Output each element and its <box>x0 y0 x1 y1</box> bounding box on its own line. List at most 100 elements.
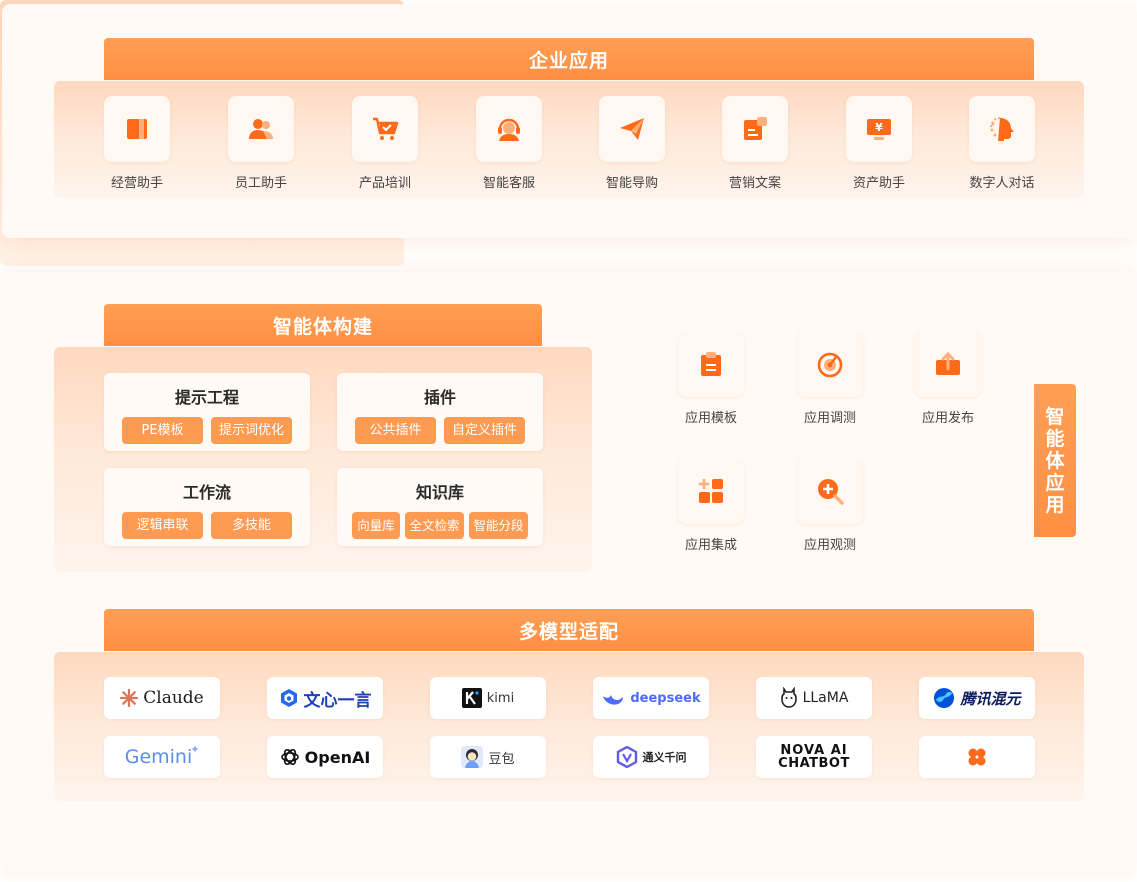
side-char: 能 <box>1045 427 1065 450</box>
llama-logo-icon <box>780 687 797 708</box>
users-icon <box>249 119 273 139</box>
app-item-shopping-guide[interactable]: 智能导购 <box>587 96 677 191</box>
card-workflow: 工作流 逻辑串联 多技能 <box>104 468 310 546</box>
model-wenxin[interactable]: 文心一言 <box>267 677 383 719</box>
side-char: 智 <box>1045 405 1065 428</box>
card-title: 插件 <box>423 388 456 407</box>
agent-app-side-tab: 智 能 体 应 用 <box>1034 384 1076 537</box>
models-title: 多模型适配 <box>518 620 619 643</box>
model-nova[interactable]: NOVA AI CHATBOT <box>756 736 872 778</box>
model-tongyi[interactable]: 通义千问 <box>593 736 709 778</box>
clipboard-icon <box>701 352 721 376</box>
card-title: 工作流 <box>182 483 231 502</box>
agent-build-header: 智能体构建 <box>104 304 542 346</box>
yen-glyph: ¥ <box>875 121 883 134</box>
tag-multi-skill[interactable]: 多技能 <box>211 512 292 539</box>
card-title: 提示工程 <box>174 388 239 407</box>
model-label: 豆包 <box>488 751 515 767</box>
send-icon <box>620 118 644 140</box>
model-gemini[interactable]: Gemini <box>104 736 220 778</box>
mgmt-label: 应用发布 <box>921 411 974 426</box>
tag-vector-store[interactable]: 向量库 <box>352 512 400 539</box>
card-title: 知识库 <box>415 483 464 502</box>
tag-public-plugin[interactable]: 公共插件 <box>355 417 436 444</box>
kimi-logo-icon <box>461 688 482 708</box>
model-label: OpenAI <box>304 747 371 767</box>
app-label: 经营助手 <box>110 176 163 191</box>
mgmt-item-integration[interactable]: 应用集成 <box>661 458 761 553</box>
app-item-asset[interactable]: ¥ 资产助手 <box>834 96 924 191</box>
upload-icon <box>936 351 960 375</box>
monitor-yen-icon: ¥ <box>867 119 891 140</box>
card-knowledge-base: 知识库 向量库 全文检索 智能分段 <box>337 468 543 546</box>
app-label: 数字人对话 <box>969 176 1035 191</box>
app-item-service[interactable]: 智能客服 <box>464 96 554 191</box>
enterprise-title: 企业应用 <box>528 49 609 72</box>
tag-pe-template[interactable]: PE模板 <box>122 417 203 444</box>
magnify-plus-icon <box>818 479 844 505</box>
mgmt-item-debug[interactable]: 应用调测 <box>780 331 880 426</box>
grid-plus-icon <box>699 479 723 503</box>
tag-fulltext-search[interactable]: 全文检索 <box>405 512 464 539</box>
claude-logo-icon <box>120 689 139 707</box>
model-label: 通义千问 <box>642 751 687 764</box>
model-label: 文心一言 <box>303 690 372 711</box>
wenxin-logo-icon <box>280 689 297 707</box>
app-label: 员工助手 <box>234 176 287 191</box>
model-llama[interactable]: LLaMA <box>756 677 872 719</box>
target-icon <box>817 352 843 378</box>
side-char: 体 <box>1045 449 1065 472</box>
tag-smart-chunk[interactable]: 智能分段 <box>469 512 528 539</box>
mgmt-item-publish[interactable]: 应用发布 <box>898 331 998 426</box>
model-deepseek[interactable]: deepseek <box>593 677 709 719</box>
agent-build-title: 智能体构建 <box>272 315 373 338</box>
hunyuan-logo-icon <box>934 688 955 708</box>
mgmt-label: 应用调测 <box>803 411 856 426</box>
side-char: 用 <box>1045 493 1065 516</box>
models-header: 多模型适配 <box>104 609 1034 651</box>
model-claude[interactable]: Claude <box>104 677 220 719</box>
app-label: 智能导购 <box>605 176 658 191</box>
doubao-logo-icon <box>461 746 484 768</box>
model-hunyuan[interactable]: 腾讯混元 <box>919 677 1035 719</box>
mgmt-label: 应用集成 <box>684 538 737 553</box>
app-item-marketing[interactable]: 营销文案 <box>710 96 800 191</box>
app-item-employee[interactable]: 员工助手 <box>216 96 306 191</box>
app-item-training[interactable]: 产品培训 <box>340 96 430 191</box>
model-doubao[interactable]: 豆包 <box>430 736 546 778</box>
document-icon <box>744 117 767 140</box>
app-label: 资产助手 <box>852 176 905 191</box>
app-item-business[interactable]: 经营助手 <box>92 96 182 191</box>
book-icon <box>127 119 147 139</box>
mgmt-label: 应用模板 <box>684 411 737 426</box>
tag-prompt-optimize[interactable]: 提示词优化 <box>211 417 292 444</box>
deepseek-logo-icon <box>603 693 624 705</box>
card-prompt-engineering: 提示工程 PE模板 提示词优化 <box>104 373 310 451</box>
tag-custom-plugin[interactable]: 自定义插件 <box>444 417 525 444</box>
clover-logo-icon <box>968 748 986 766</box>
model-label: 腾讯混元 <box>960 689 1021 708</box>
cart-icon <box>373 117 399 140</box>
model-label: kimi <box>486 690 515 706</box>
model-label: Claude <box>143 688 204 708</box>
app-label: 智能客服 <box>482 176 535 191</box>
headset-icon <box>498 118 520 141</box>
enterprise-tray <box>54 81 1084 198</box>
tongyi-logo-icon <box>616 746 637 768</box>
mgmt-item-observe[interactable]: 应用观测 <box>780 458 880 553</box>
tag-logic-chain[interactable]: 逻辑串联 <box>122 512 203 539</box>
mgmt-label: 应用观测 <box>803 538 856 553</box>
gemini-logo-icon <box>191 745 200 753</box>
app-item-digital-human[interactable]: 数字人对话 <box>957 96 1047 191</box>
openai-logo-icon <box>280 748 299 766</box>
card-plugin: 插件 公共插件 自定义插件 <box>337 373 543 451</box>
model-kimi[interactable]: kimi <box>430 677 546 719</box>
mgmt-item-template[interactable]: 应用模板 <box>661 331 761 426</box>
digital-human-icon <box>990 117 1014 141</box>
model-clover[interactable] <box>919 736 1035 778</box>
model-label: deepseek <box>630 690 701 706</box>
model-openai[interactable]: OpenAI <box>267 736 383 778</box>
models-tray <box>54 652 1084 801</box>
model-label-line2: CHATBOT <box>778 756 850 771</box>
model-label: Gemini <box>124 746 193 768</box>
